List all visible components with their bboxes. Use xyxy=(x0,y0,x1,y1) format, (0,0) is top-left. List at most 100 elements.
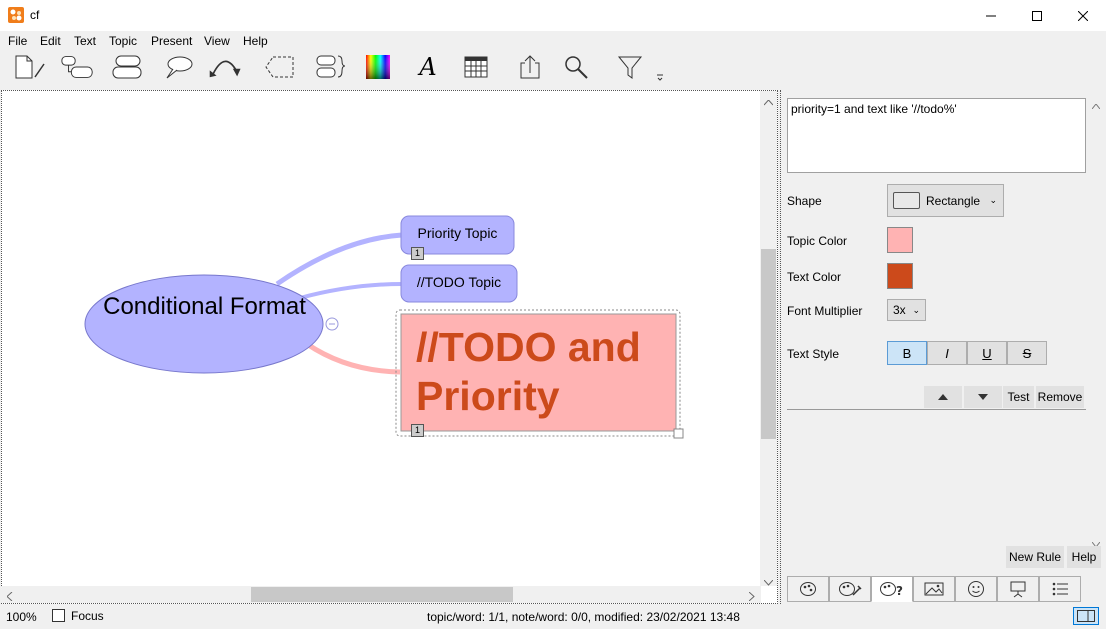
topic-todo-priority-label[interactable]: //TODO and Priority xyxy=(416,323,666,421)
mindmap-canvas[interactable]: Conditional Format Priority Topic 1 //TO… xyxy=(1,90,778,604)
shape-value: Rectangle xyxy=(926,193,981,208)
text-color-swatch[interactable] xyxy=(887,263,913,289)
font-icon[interactable]: A xyxy=(410,51,446,83)
filter-icon[interactable] xyxy=(612,51,648,83)
topic-style-icon xyxy=(800,582,816,596)
menu-topic[interactable]: Topic xyxy=(109,34,137,48)
move-rule-down-button[interactable] xyxy=(964,386,1002,408)
horizontal-scroll-thumb[interactable] xyxy=(251,587,513,602)
topic-todo-label[interactable]: //TODO Topic xyxy=(401,274,517,290)
rules-list[interactable] xyxy=(787,409,1086,544)
link-todo-priority xyxy=(305,341,401,375)
callout-icon[interactable] xyxy=(160,51,196,83)
test-button[interactable]: Test xyxy=(1003,386,1034,408)
resize-handle xyxy=(673,428,684,439)
priority-badge: 1 xyxy=(411,247,424,260)
central-topic-label[interactable]: Conditional Format xyxy=(102,291,307,322)
menu-present[interactable]: Present xyxy=(151,34,192,48)
focus-label[interactable]: Focus xyxy=(71,609,104,623)
toolbar: A xyxy=(0,51,1106,89)
minimize-button[interactable] xyxy=(968,0,1014,31)
text-color-label: Text Color xyxy=(787,270,842,284)
move-rule-up-button[interactable] xyxy=(924,386,962,408)
zoom-level: 100% xyxy=(6,610,37,624)
presentation-icon xyxy=(1010,581,1026,598)
vertical-scroll-thumb[interactable] xyxy=(761,249,776,439)
focus-checkbox[interactable] xyxy=(52,609,65,622)
new-document-icon[interactable] xyxy=(12,51,48,83)
table-icon[interactable] xyxy=(458,51,494,83)
shape-select[interactable]: Rectangle ⌄ xyxy=(887,184,1004,217)
arrow-up-icon xyxy=(938,394,948,400)
panel-layout-icon xyxy=(1077,610,1095,622)
rectangle-shape-icon xyxy=(893,192,920,209)
arrow-down-icon xyxy=(978,394,988,400)
priority-badge: 1 xyxy=(411,424,424,437)
menu-view[interactable]: View xyxy=(204,34,230,48)
bold-toggle[interactable]: B xyxy=(887,341,927,365)
topic-color-swatch[interactable] xyxy=(887,227,913,253)
close-button[interactable] xyxy=(1060,0,1106,31)
central-topic-shape xyxy=(84,274,324,374)
link-priority-topic xyxy=(275,232,403,287)
menu-edit[interactable]: Edit xyxy=(40,34,61,48)
toggle-panel-button[interactable] xyxy=(1073,607,1099,625)
underline-toggle[interactable]: U xyxy=(967,341,1007,365)
horizontal-scrollbar[interactable] xyxy=(1,586,761,603)
scroll-down-icon[interactable] xyxy=(763,575,774,589)
edit-style-tab[interactable] xyxy=(829,576,871,602)
chevron-down-icon: ⌄ xyxy=(912,304,920,315)
summary-icon[interactable] xyxy=(312,51,348,83)
title-bar: cf xyxy=(0,0,1106,31)
topic-style-tab[interactable] xyxy=(787,576,829,602)
image-icon xyxy=(924,582,944,596)
search-icon[interactable] xyxy=(558,51,594,83)
menu-file[interactable]: File xyxy=(8,34,27,48)
add-subtopic-icon[interactable] xyxy=(60,51,96,83)
new-rule-button[interactable]: New Rule xyxy=(1006,546,1064,568)
chevron-down-icon: ⌄ xyxy=(989,195,997,205)
menu-text[interactable]: Text xyxy=(74,34,96,48)
edit-style-icon xyxy=(839,582,862,596)
export-icon[interactable] xyxy=(512,51,548,83)
text-style-label: Text Style xyxy=(787,347,840,361)
color-gradient-icon[interactable] xyxy=(360,51,396,83)
svg-text:?: ? xyxy=(896,584,903,597)
list-icon xyxy=(1052,582,1068,596)
help-button[interactable]: Help xyxy=(1067,546,1101,568)
scroll-up-icon[interactable] xyxy=(763,95,774,109)
image-tab[interactable] xyxy=(913,576,955,602)
scroll-left-icon[interactable] xyxy=(6,590,13,604)
document-stats: topic/word: 1/1, note/word: 0/0, modifie… xyxy=(427,610,740,624)
vertical-scrollbar[interactable] xyxy=(760,91,777,586)
menu-bar: File Edit Text Topic Present View Help xyxy=(0,31,1106,51)
remove-button[interactable]: Remove xyxy=(1036,386,1084,408)
scroll-right-icon[interactable] xyxy=(748,590,755,604)
maximize-button[interactable] xyxy=(1014,0,1060,31)
font-multiplier-value: 3x xyxy=(893,303,906,317)
presentation-tab[interactable] xyxy=(997,576,1039,602)
status-bar: 100% Focus topic/word: 1/1, note/word: 0… xyxy=(0,604,1106,629)
emoji-icon xyxy=(968,581,984,597)
strikethrough-toggle[interactable]: S xyxy=(1007,341,1047,365)
conditional-format-tab[interactable]: ? xyxy=(871,576,913,602)
filter-expression-input[interactable]: priority=1 and text like '//todo%' xyxy=(787,98,1086,173)
boundary-icon[interactable] xyxy=(262,51,298,83)
link-todo-topic xyxy=(299,282,403,300)
toolbar-overflow-icon[interactable] xyxy=(656,71,666,81)
italic-toggle[interactable]: I xyxy=(927,341,967,365)
font-multiplier-select[interactable]: 3x ⌄ xyxy=(887,299,926,321)
shape-label: Shape xyxy=(787,194,822,208)
list-tab[interactable] xyxy=(1039,576,1081,602)
add-topic-icon[interactable] xyxy=(110,51,146,83)
topic-priority-label[interactable]: Priority Topic xyxy=(401,225,514,241)
scroll-up-icon[interactable] xyxy=(1091,98,1101,112)
panel-scrollbar[interactable] xyxy=(1090,98,1102,548)
emoji-tab[interactable] xyxy=(955,576,997,602)
window-title: cf xyxy=(30,8,40,22)
relationship-icon[interactable] xyxy=(208,51,244,83)
app-icon xyxy=(8,7,24,23)
conditional-format-icon: ? xyxy=(880,582,903,597)
topic-color-label: Topic Color xyxy=(787,234,848,248)
menu-help[interactable]: Help xyxy=(243,34,268,48)
